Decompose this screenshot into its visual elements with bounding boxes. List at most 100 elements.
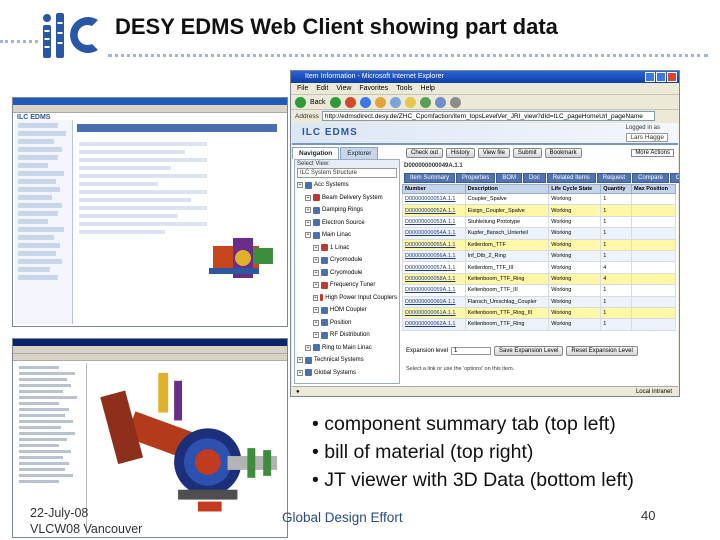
bom-cell-number[interactable]: D00000000055A.1.1 bbox=[402, 238, 466, 251]
home-icon[interactable] bbox=[374, 96, 386, 108]
tab-explorer[interactable]: Explorer bbox=[340, 147, 379, 159]
tree-node[interactable]: + Damping Rings bbox=[297, 204, 397, 217]
expand-icon[interactable]: + bbox=[313, 269, 319, 276]
jt-3d-viewport[interactable] bbox=[89, 363, 285, 536]
bom-row[interactable]: D00000000051A.1.1 Coupler_Spalve Working 1 bbox=[402, 192, 676, 206]
reset-expansion-button[interactable]: Reset Expansion Level bbox=[566, 346, 638, 356]
bom-cell-number[interactable]: D00000000056A.1.1 bbox=[402, 249, 466, 263]
bom-cell-number[interactable]: D00000000053A.1.1 bbox=[402, 215, 466, 229]
stop-icon[interactable] bbox=[344, 96, 356, 108]
expand-icon[interactable]: + bbox=[313, 294, 318, 301]
tree-node[interactable]: + High Power Input Couplers bbox=[297, 292, 397, 305]
subtab[interactable]: Class Position bbox=[669, 173, 679, 183]
close-button[interactable] bbox=[667, 72, 677, 82]
subtab[interactable]: Request bbox=[596, 173, 632, 183]
subtab[interactable]: Item Summary bbox=[404, 173, 456, 183]
bom-cell-number[interactable]: D00000000051A.1.1 bbox=[402, 192, 466, 206]
expand-icon[interactable]: + bbox=[297, 357, 303, 364]
bom-row[interactable]: D00000000055A.1.1 Ketlerdom_TTF Working 1 bbox=[402, 238, 676, 251]
menu-file[interactable]: File bbox=[297, 83, 308, 94]
expand-icon[interactable]: + bbox=[297, 369, 303, 376]
tree-node[interactable]: + Electron Source bbox=[297, 217, 397, 230]
print-icon[interactable] bbox=[449, 96, 461, 108]
bom-row[interactable]: D00000000059A.1.1 Keltenboom_TTF_III Worki… bbox=[402, 284, 676, 297]
maximize-button[interactable] bbox=[656, 72, 666, 82]
menu-favorites[interactable]: Favorites bbox=[359, 83, 388, 94]
view-file-button[interactable]: View file bbox=[477, 148, 510, 158]
expand-icon[interactable]: + bbox=[305, 219, 311, 226]
expand-icon[interactable]: + bbox=[305, 194, 311, 201]
check-out-button[interactable]: Check out bbox=[406, 148, 444, 158]
bom-cell-number[interactable]: D00000000059A.1.1 bbox=[402, 284, 466, 297]
expand-icon[interactable]: + bbox=[305, 232, 311, 239]
col-max-position[interactable]: Max Position bbox=[631, 184, 676, 194]
more-actions-select[interactable]: More Actions bbox=[631, 149, 674, 157]
back-icon[interactable] bbox=[295, 96, 306, 108]
expand-icon[interactable]: + bbox=[297, 182, 303, 189]
expand-icon[interactable]: + bbox=[313, 257, 319, 264]
subtab[interactable]: Related Items bbox=[546, 173, 596, 183]
expand-icon[interactable]: + bbox=[313, 307, 319, 314]
tab-navigation[interactable]: Navigation bbox=[292, 147, 340, 159]
col-number[interactable]: Number bbox=[402, 184, 466, 194]
bom-row[interactable]: D00000000054A.1.1 Kupfer_flansch_Untertei… bbox=[402, 227, 676, 240]
subtab[interactable]: Compare bbox=[632, 173, 669, 183]
save-expansion-button[interactable]: Save Expansion Level bbox=[494, 346, 564, 356]
expand-icon[interactable]: + bbox=[313, 282, 319, 289]
menu-view[interactable]: View bbox=[336, 83, 351, 94]
address-input[interactable]: http://edmsdirect.desy.de/ZHC_Cpcmfactio… bbox=[321, 111, 655, 121]
tree-node[interactable]: + Main Linac bbox=[297, 229, 397, 242]
subtab[interactable]: Properties bbox=[456, 173, 496, 183]
bom-row[interactable]: D00000000060A.1.1 Flansch_Umschlag_Couple… bbox=[402, 295, 676, 308]
expand-icon[interactable]: + bbox=[313, 319, 319, 326]
tree-node[interactable]: + Global Systems bbox=[297, 367, 397, 380]
menu-edit[interactable]: Edit bbox=[316, 83, 328, 94]
col-quantity[interactable]: Quantity bbox=[600, 184, 633, 194]
col-description[interactable]: Description bbox=[464, 184, 550, 194]
bom-cell-number[interactable]: D00000000058A.1.1 bbox=[402, 272, 466, 286]
favorites-icon[interactable] bbox=[404, 96, 416, 108]
refresh-icon[interactable] bbox=[359, 96, 371, 108]
tree-node[interactable]: + RF Distribution bbox=[297, 329, 397, 342]
back-label[interactable]: Back bbox=[310, 99, 326, 106]
expansion-input[interactable]: 1 bbox=[451, 347, 492, 355]
bookmark-button[interactable]: Bookmark bbox=[544, 148, 582, 158]
bom-row[interactable]: D00000000058A.1.1 Keltenboom_TTF_Ring Work… bbox=[402, 272, 676, 286]
expand-icon[interactable]: + bbox=[305, 207, 311, 214]
menu-tools[interactable]: Tools bbox=[396, 83, 412, 94]
tree-node[interactable]: + Cryomodule bbox=[297, 254, 397, 267]
bom-row[interactable]: D00000000062A.1.1 Keltenboom_TTF_Ring Work… bbox=[402, 318, 676, 331]
mail-icon[interactable] bbox=[434, 96, 446, 108]
bom-cell-number[interactable]: D00000000052A.1.1 bbox=[402, 204, 466, 217]
bom-row[interactable]: D00000000052A.1.1 Eisign_Coupler_Spalve Wo… bbox=[402, 204, 676, 217]
submit-button[interactable]: Submit bbox=[512, 148, 542, 158]
expand-icon[interactable]: + bbox=[305, 344, 311, 351]
tree-node[interactable]: + Ring to Main Linac bbox=[297, 342, 397, 355]
subtab[interactable]: Doc bbox=[523, 173, 546, 183]
subtab[interactable]: BOM bbox=[496, 173, 523, 183]
minimize-button[interactable] bbox=[645, 72, 655, 82]
tree-node[interactable]: + Cryomodule bbox=[297, 267, 397, 280]
tree-node[interactable]: + HOM Coupler bbox=[297, 304, 397, 317]
expand-icon[interactable]: + bbox=[313, 244, 319, 251]
bom-cell-number[interactable]: D00000000062A.1.1 bbox=[402, 318, 466, 331]
bom-cell-number[interactable]: D00000000054A.1.1 bbox=[402, 227, 466, 240]
tree-view-select[interactable]: ILC System Structure bbox=[297, 168, 397, 178]
tree-node[interactable]: + Acc Systems bbox=[297, 179, 397, 192]
col-state[interactable]: Life Cycle State bbox=[548, 184, 602, 194]
search-icon[interactable] bbox=[389, 96, 401, 108]
expand-icon[interactable]: + bbox=[313, 332, 319, 339]
tree-node[interactable]: + Position bbox=[297, 317, 397, 330]
tree-node[interactable]: + Beam Delivery System bbox=[297, 192, 397, 205]
tree-node[interactable]: + Frequency Tuner bbox=[297, 279, 397, 292]
bom-row[interactable]: D00000000056A.1.1 Inf_Dtb_2_Ring Working 1 bbox=[402, 249, 676, 263]
tree-node[interactable]: + Technical Systems bbox=[297, 354, 397, 367]
bom-row[interactable]: D00000000057A.1.1 Ketlerdom_TTF_III Workin… bbox=[402, 261, 676, 274]
forward-icon[interactable] bbox=[329, 96, 341, 108]
tree-node[interactable]: +1 Linac bbox=[297, 242, 397, 255]
history-icon[interactable] bbox=[419, 96, 431, 108]
menu-help[interactable]: Help bbox=[421, 83, 435, 94]
bom-cell-number[interactable]: D00000000061A.1.1 bbox=[402, 306, 466, 320]
bom-cell-number[interactable]: D00000000060A.1.1 bbox=[402, 295, 466, 308]
bom-row[interactable]: D00000000053A.1.1 Stuhleitung Prototype Wo… bbox=[402, 215, 676, 229]
